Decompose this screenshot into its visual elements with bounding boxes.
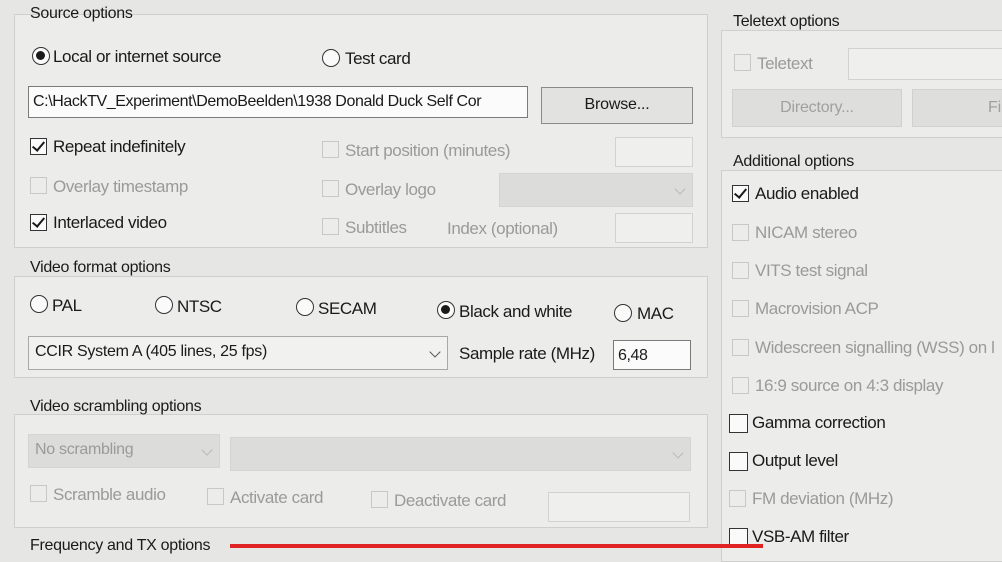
overlay-timestamp-checkbox[interactable] [30,177,47,194]
source-169-label[interactable]: 16:9 source on 4:3 display [755,376,943,396]
deactivate-card-checkbox[interactable] [371,491,388,508]
chevron-down-icon [201,444,213,456]
pal-label[interactable]: PAL [52,296,82,316]
overlay-logo-select[interactable] [499,173,693,207]
deactivate-card-label[interactable]: Deactivate card [394,491,507,511]
mac-label[interactable]: MAC [637,304,674,324]
red-progress-line [230,544,763,548]
fm-deviation-checkbox[interactable] [729,490,746,507]
tv-system-value: CCIR System A (405 lines, 25 fps) [35,343,267,360]
repeat-label[interactable]: Repeat indefinitely [53,137,186,157]
browse-button[interactable]: Browse... [541,87,693,124]
ntsc-radio[interactable] [155,296,173,314]
fm-deviation-label[interactable]: FM deviation (MHz) [752,489,894,509]
secam-label[interactable]: SECAM [318,299,377,319]
pal-radio[interactable] [30,295,48,313]
scrambling-mode-select[interactable]: No scrambling [28,434,220,468]
vits-checkbox[interactable] [732,262,749,279]
wss-label[interactable]: Widescreen signalling (WSS) on l [755,338,995,358]
output-level-checkbox[interactable] [729,452,748,471]
output-level-label[interactable]: Output level [752,451,838,471]
video-scrambling-title: Video scrambling options [30,398,202,415]
scrambling-mode-value: No scrambling [35,441,134,458]
audio-enabled-label[interactable]: Audio enabled [755,184,859,204]
black-white-radio[interactable] [437,301,455,319]
interlaced-label[interactable]: Interlaced video [53,213,167,233]
vsb-am-label[interactable]: VSB-AM filter [752,527,849,547]
chevron-down-icon [672,447,684,459]
additional-options-title: Additional options [733,153,854,170]
gamma-correction-checkbox[interactable] [729,414,748,433]
source-169-checkbox[interactable] [732,377,749,394]
scramble-audio-label[interactable]: Scramble audio [53,485,166,505]
audio-enabled-checkbox[interactable] [732,185,749,202]
vits-label[interactable]: VITS test signal [755,261,868,281]
teletext-options-title: Teletext options [733,13,840,30]
gamma-correction-label[interactable]: Gamma correction [752,413,886,433]
overlay-logo-label[interactable]: Overlay logo [345,180,436,200]
test-card-radio[interactable] [322,49,340,67]
scrambling-key-select[interactable] [230,437,691,471]
repeat-checkbox[interactable] [30,138,47,155]
overlay-logo-checkbox[interactable] [322,180,339,197]
start-position-checkbox[interactable] [322,141,339,158]
subtitles-label[interactable]: Subtitles [345,218,407,238]
sample-rate-label: Sample rate (MHz) [459,344,595,363]
source-options-title: Source options [30,5,133,22]
nicam-checkbox[interactable] [732,224,749,241]
tv-system-select[interactable]: CCIR System A (405 lines, 25 fps) [28,336,448,370]
overlay-timestamp-label[interactable]: Overlay timestamp [53,177,188,197]
activate-card-label[interactable]: Activate card [230,488,323,508]
start-position-input[interactable] [615,137,693,167]
start-position-label[interactable]: Start position (minutes) [345,141,511,161]
interlaced-checkbox[interactable] [30,214,47,231]
file-button[interactable]: File [912,89,1002,127]
wss-checkbox[interactable] [732,339,749,356]
mac-radio[interactable] [614,304,632,322]
macrovision-label[interactable]: Macrovision ACP [755,299,879,319]
index-label: Index (optional) [447,219,558,238]
subtitles-checkbox[interactable] [322,218,339,235]
ntsc-label[interactable]: NTSC [177,297,222,317]
directory-button[interactable]: Directory... [732,89,902,127]
index-input[interactable] [615,213,693,243]
teletext-checkbox[interactable] [734,54,751,71]
scramble-audio-checkbox[interactable] [30,485,47,502]
nicam-label[interactable]: NICAM stereo [755,223,857,243]
macrovision-checkbox[interactable] [732,300,749,317]
video-format-title: Video format options [30,259,171,276]
sample-rate-input[interactable]: 6,48 [613,340,691,370]
secam-radio[interactable] [296,298,314,316]
frequency-options-title: Frequency and TX options [30,537,211,554]
chevron-down-icon [674,183,686,195]
chevron-down-icon [429,346,441,358]
activate-card-checkbox[interactable] [207,488,224,505]
black-white-label[interactable]: Black and white [459,302,572,322]
teletext-path-input[interactable] [848,48,1002,80]
test-card-label[interactable]: Test card [345,49,411,69]
source-path-input[interactable]: C:\HackTV_Experiment\DemoBeelden\1938 Do… [28,86,528,118]
local-source-radio[interactable] [32,47,50,65]
card-input[interactable] [548,492,690,522]
local-source-label[interactable]: Local or internet source [53,47,221,67]
teletext-label[interactable]: Teletext [757,54,813,74]
